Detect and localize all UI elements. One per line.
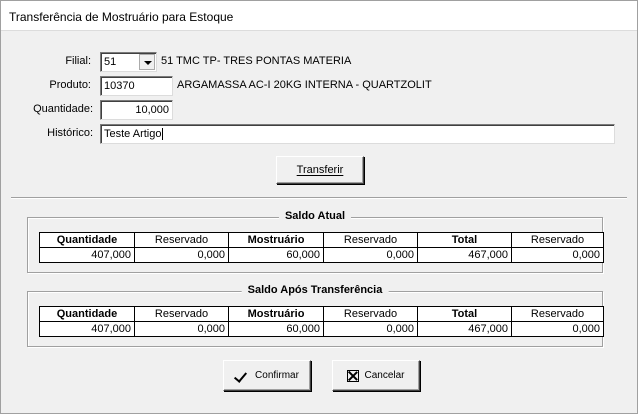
column-header: Quantidade [39,306,135,322]
produto-label: Produto: [49,79,91,91]
saldo-atual-title: Saldo Atual [278,210,352,222]
check-icon [235,369,249,383]
column-header: Mostruário [228,306,324,322]
table-row: 407,000 0,000 60,000 0,000 467,000 0,000 [39,247,604,263]
cancelar-button-label: Cancelar [364,370,405,381]
historico-field[interactable]: Teste Artigo [100,124,615,144]
filial-value: 51 [104,56,117,68]
column-header: Reservado [511,306,604,322]
dialog-window: Transferência de Mostruário para Estoque… [0,0,638,414]
table-cell: 0,000 [134,321,229,337]
saldo-atual-table: Quantidade Reservado Mostruário Reservad… [39,232,604,263]
column-header: Total [417,232,512,248]
column-header: Reservado [323,232,418,248]
column-header: Reservado [134,232,229,248]
text-cursor [162,128,164,141]
column-header: Mostruário [228,232,324,248]
produto-field[interactable]: 10370 [100,76,173,96]
saldo-apos-table: Quantidade Reservado Mostruário Reservad… [39,306,604,337]
column-header: Reservado [511,232,604,248]
confirmar-button[interactable]: Confirmar [223,360,311,391]
quantidade-label: Quantidade: [33,103,93,115]
transferir-button[interactable]: Transferir [276,156,364,184]
dialog-body: Filial: 51 51 TMC TP- TRES PONTAS MATERI… [1,31,637,413]
table-cell: 0,000 [134,247,229,263]
window-title: Transferência de Mostruário para Estoque [1,1,637,31]
table-cell: 407,000 [39,247,135,263]
transferir-button-label: Transferir [296,164,344,176]
close-icon [347,369,360,382]
column-header: Reservado [134,306,229,322]
column-header: Total [417,306,512,322]
historico-label: Histórico: [47,127,93,139]
filial-description: 51 TMC TP- TRES PONTAS MATERIA [161,55,352,67]
table-cell: 0,000 [511,321,604,337]
filial-combo[interactable]: 51 [100,52,157,72]
table-cell: 0,000 [511,247,604,263]
table-header-row: Quantidade Reservado Mostruário Reservad… [39,232,604,248]
table-cell: 60,000 [228,247,324,263]
table-row: 407,000 0,000 60,000 0,000 467,000 0,000 [39,321,604,337]
produto-description: ARGAMASSA AC-I 20KG INTERNA - QUARTZOLIT [177,79,432,91]
table-cell: 407,000 [39,321,135,337]
table-cell: 60,000 [228,321,324,337]
chevron-down-icon[interactable] [139,54,155,70]
quantidade-field[interactable]: 10,000 [100,100,173,120]
table-cell: 467,000 [417,321,512,337]
confirmar-button-label: Confirmar [255,370,299,381]
table-cell: 0,000 [323,247,418,263]
separator [11,197,627,199]
column-header: Quantidade [39,232,135,248]
filial-label: Filial: [65,55,91,67]
table-header-row: Quantidade Reservado Mostruário Reservad… [39,306,604,322]
table-cell: 467,000 [417,247,512,263]
cancelar-button[interactable]: Cancelar [332,360,420,391]
historico-value: Teste Artigo [104,128,162,140]
saldo-apos-title: Saldo Após Transferência [241,284,389,296]
table-cell: 0,000 [323,321,418,337]
column-header: Reservado [323,306,418,322]
